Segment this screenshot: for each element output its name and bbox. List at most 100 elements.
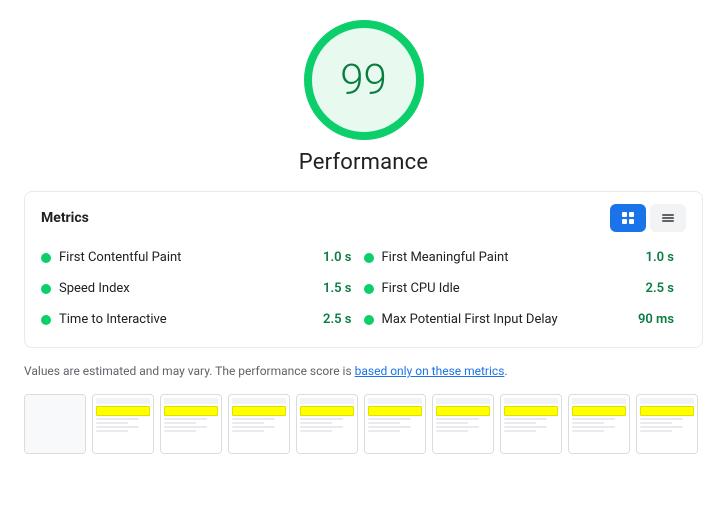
frame-line xyxy=(640,426,683,428)
filmstrip-frame-7 xyxy=(500,394,562,454)
metric-time-to-interactive: Time to Interactive 2.5 s xyxy=(41,304,364,335)
frame-line xyxy=(368,426,411,428)
frame-line xyxy=(504,422,536,424)
frame-line xyxy=(640,430,672,432)
filmstrip-frame-6 xyxy=(432,394,494,454)
metric-value-fid: 90 ms xyxy=(636,312,686,327)
frame-line xyxy=(164,422,196,424)
frame-content-7 xyxy=(501,395,561,453)
metric-name-si: Speed Index xyxy=(59,281,306,296)
metric-dot-si xyxy=(41,284,51,294)
frame-line xyxy=(504,418,547,420)
frame-line xyxy=(640,422,672,424)
metrics-grid: First Contentful Paint 1.0 s First Meani… xyxy=(41,242,686,335)
frame-line xyxy=(504,430,536,432)
note-link[interactable]: based only on these metrics xyxy=(355,364,505,378)
frame-yellow xyxy=(232,406,286,416)
frame-line xyxy=(232,430,264,432)
metric-dot-fci xyxy=(364,284,374,294)
metrics-title: Metrics xyxy=(41,210,89,226)
frame-content-2 xyxy=(161,395,221,453)
frame-line xyxy=(504,426,547,428)
frame-line xyxy=(96,422,128,424)
metric-value-fci: 2.5 s xyxy=(636,281,686,296)
view-toggle xyxy=(610,204,686,232)
frame-line xyxy=(368,422,400,424)
filmstrip-frame-9 xyxy=(636,394,698,454)
frame-yellow xyxy=(96,406,150,416)
metric-value-tti: 2.5 s xyxy=(314,312,364,327)
frame-yellow xyxy=(300,406,354,416)
frame-line xyxy=(572,422,604,424)
frame-yellow xyxy=(640,406,694,416)
frame-blank xyxy=(25,395,85,453)
metric-value-si: 1.5 s xyxy=(314,281,364,296)
list-view-button[interactable] xyxy=(650,204,686,232)
metric-first-meaningful-paint: First Meaningful Paint 1.0 s xyxy=(364,242,687,273)
metric-value-fcp: 1.0 s xyxy=(314,250,364,265)
frame-line xyxy=(300,430,332,432)
metric-name-fcp: First Contentful Paint xyxy=(59,250,306,265)
frame-content-8 xyxy=(569,395,629,453)
frame-header xyxy=(300,398,354,404)
frame-header xyxy=(504,398,558,404)
frame-header xyxy=(572,398,626,404)
metrics-header: Metrics xyxy=(41,204,686,232)
metric-first-contentful-paint: First Contentful Paint 1.0 s xyxy=(41,242,364,273)
frame-line xyxy=(232,422,264,424)
score-value: 99 xyxy=(340,56,387,105)
filmstrip-frame-1 xyxy=(92,394,154,454)
metric-name-fid: Max Potential First Input Delay xyxy=(382,312,629,327)
metric-dot-fcp xyxy=(41,253,51,263)
frame-line xyxy=(368,430,400,432)
frame-header xyxy=(436,398,490,404)
metric-dot-fmp xyxy=(364,253,374,263)
frame-yellow xyxy=(504,406,558,416)
note-text: Values are estimated and may vary. The p… xyxy=(24,362,703,380)
frame-line xyxy=(436,418,479,420)
frame-line xyxy=(164,426,207,428)
frame-line xyxy=(572,430,604,432)
frame-line xyxy=(300,426,343,428)
frame-line xyxy=(96,430,128,432)
frame-line xyxy=(436,430,468,432)
filmstrip-frame-8 xyxy=(568,394,630,454)
frame-content-4 xyxy=(297,395,357,453)
frame-line xyxy=(164,430,196,432)
frame-yellow xyxy=(164,406,218,416)
frame-header xyxy=(96,398,150,404)
frame-content-3 xyxy=(229,395,289,453)
frame-line xyxy=(572,418,615,420)
frame-content-9 xyxy=(637,395,697,453)
metric-first-cpu-idle: First CPU Idle 2.5 s xyxy=(364,273,687,304)
metric-name-fci: First CPU Idle xyxy=(382,281,629,296)
frame-line xyxy=(232,418,275,420)
score-section: 99 Performance xyxy=(24,20,703,175)
frame-content-5 xyxy=(365,395,425,453)
frame-yellow xyxy=(436,406,490,416)
metric-name-tti: Time to Interactive xyxy=(59,312,306,327)
frame-yellow xyxy=(572,406,626,416)
frame-yellow xyxy=(368,406,422,416)
frame-line xyxy=(232,426,275,428)
note-after: . xyxy=(504,364,507,378)
frame-content-1 xyxy=(93,395,153,453)
frame-line xyxy=(436,422,468,424)
filmstrip-frame-0 xyxy=(24,394,86,454)
grid-view-button[interactable] xyxy=(610,204,646,232)
metric-name-fmp: First Meaningful Paint xyxy=(382,250,629,265)
metric-speed-index: Speed Index 1.5 s xyxy=(41,273,364,304)
filmstrip-frame-2 xyxy=(160,394,222,454)
frame-line xyxy=(300,422,332,424)
note-before: Values are estimated and may vary. The p… xyxy=(24,364,355,378)
score-label: Performance xyxy=(299,150,428,175)
frame-line xyxy=(640,418,683,420)
score-circle: 99 xyxy=(304,20,424,140)
frame-header xyxy=(164,398,218,404)
frame-line xyxy=(572,426,615,428)
metric-dot-fid xyxy=(364,315,374,325)
list-icon xyxy=(660,210,676,226)
filmstrip xyxy=(24,394,703,454)
metrics-section: Metrics First Conte xyxy=(24,191,703,348)
metric-dot-tti xyxy=(41,315,51,325)
